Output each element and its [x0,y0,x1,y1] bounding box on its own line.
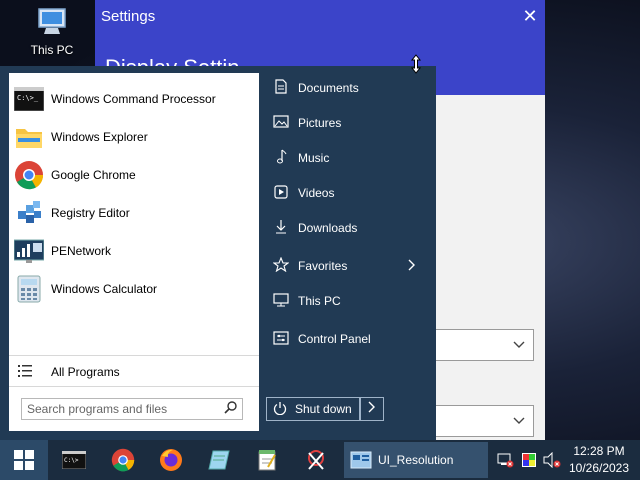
monitor-icon [270,292,292,310]
chevron-down-icon [513,336,525,352]
chrome-icon [13,159,45,191]
place-pictures[interactable]: Pictures [266,108,426,138]
taskbar-snipping[interactable] [292,440,340,480]
chevron-right-icon [368,401,375,413]
place-label: Downloads [298,221,358,235]
program-label: Registry Editor [51,206,130,220]
taskbar-chrome[interactable] [99,440,147,480]
settings-dropdown-2[interactable] [435,405,534,437]
program-item-calculator[interactable]: Windows Calculator [9,271,259,307]
place-label: Control Panel [298,332,371,346]
place-label: Documents [298,81,359,95]
control-panel-icon [270,330,292,348]
tray-display[interactable] [518,440,540,480]
desktop-icon-label: This PC [30,43,74,57]
registry-icon [13,197,45,229]
cmd-icon: C:\>_ [13,83,45,115]
place-favorites[interactable]: Favorites [266,251,426,281]
program-label: Google Chrome [51,168,136,182]
program-label: Windows Explorer [51,130,148,144]
place-downloads[interactable]: Downloads [266,213,426,243]
desktop-icon-this-pc[interactable]: This PC [24,6,80,57]
video-icon [270,184,292,202]
place-label: This PC [298,294,341,308]
program-item-chrome[interactable]: Google Chrome [9,157,259,193]
taskbar-window-label: UI_Resolution [378,453,454,467]
start-button[interactable] [0,440,48,480]
taskbar-clock[interactable]: 12:28 PM 10/26/2023 [560,443,638,477]
taskbar: C:\> UI_Resolution 12:28 PM 10/26/2023 [0,440,640,480]
network-disconnected-icon [497,453,514,468]
program-item-cmd[interactable]: C:\>_ Windows Command Processor [9,81,259,117]
divider [9,386,259,387]
search-placeholder: Search programs and files [27,402,168,416]
place-label: Videos [298,186,335,200]
windows-logo-icon [14,450,34,470]
download-icon [270,219,292,237]
start-menu-programs-panel: C:\>_ Windows Command Processor Windows … [9,73,259,431]
all-programs-button[interactable]: All Programs [9,360,259,384]
settings-dropdown-1[interactable] [435,329,534,361]
shutdown-button[interactable]: Shut down [266,397,360,421]
star-icon [270,256,292,275]
shutdown-label: Shut down [295,402,352,416]
clock-time: 12:28 PM [573,444,625,458]
program-label: Windows Command Processor [51,92,216,106]
settings-app-icon [350,451,372,469]
taskbar-notepad-pad[interactable] [195,440,243,480]
program-item-penetwork[interactable]: PENetwork [9,233,259,269]
taskbar-firefox[interactable] [147,440,195,480]
chevron-right-icon [408,258,416,274]
search-icon[interactable] [224,400,238,417]
place-videos[interactable]: Videos [266,178,426,208]
place-this-pc[interactable]: This PC [266,286,426,316]
program-label: Windows Calculator [51,282,158,296]
search-input[interactable]: Search programs and files [21,398,243,420]
chevron-down-icon [513,412,525,428]
svg-text:C:\>: C:\> [64,457,79,464]
this-pc-icon [38,8,66,34]
tray-volume[interactable] [542,440,562,480]
shutdown-options-button[interactable] [360,397,384,421]
taskbar-window-ui-resolution[interactable]: UI_Resolution [344,442,488,478]
folder-icon [13,121,45,153]
calculator-icon [13,273,45,305]
program-item-registry[interactable]: Registry Editor [9,195,259,231]
tray-network[interactable] [494,440,516,480]
program-item-explorer[interactable]: Windows Explorer [9,119,259,155]
notepad-icon [258,450,276,471]
start-menu: C:\>_ Windows Command Processor Windows … [0,66,436,440]
place-label: Pictures [298,116,342,130]
firefox-icon [160,449,182,471]
svg-text:C:\>_: C:\>_ [17,94,39,102]
settings-title: Settings [101,8,156,25]
display-color-icon [522,453,536,467]
place-documents[interactable]: Documents [266,73,426,103]
program-label: PENetwork [51,244,112,258]
list-icon [15,364,35,381]
document-icon [270,79,292,97]
taskbar-notepad[interactable] [243,440,291,480]
music-icon [270,149,292,167]
all-programs-label: All Programs [51,365,120,379]
picture-icon [270,115,292,131]
volume-muted-icon [543,452,561,468]
clock-date: 10/26/2023 [568,461,630,475]
settings-titlebar: Settings ✕ [95,0,545,33]
close-button[interactable]: ✕ [515,0,545,33]
power-icon [273,401,293,418]
chrome-icon [111,448,135,472]
place-control-panel[interactable]: Control Panel [266,324,426,354]
network-icon [13,235,45,267]
taskbar-cmd[interactable]: C:\> [50,440,98,480]
place-music[interactable]: Music [266,143,426,173]
divider [9,355,259,356]
cmd-icon: C:\> [62,451,86,469]
sticky-note-icon [208,450,230,470]
place-label: Favorites [298,259,348,273]
resize-cursor-icon [410,54,422,79]
snipping-tool-icon [308,450,324,470]
place-label: Music [298,151,330,165]
